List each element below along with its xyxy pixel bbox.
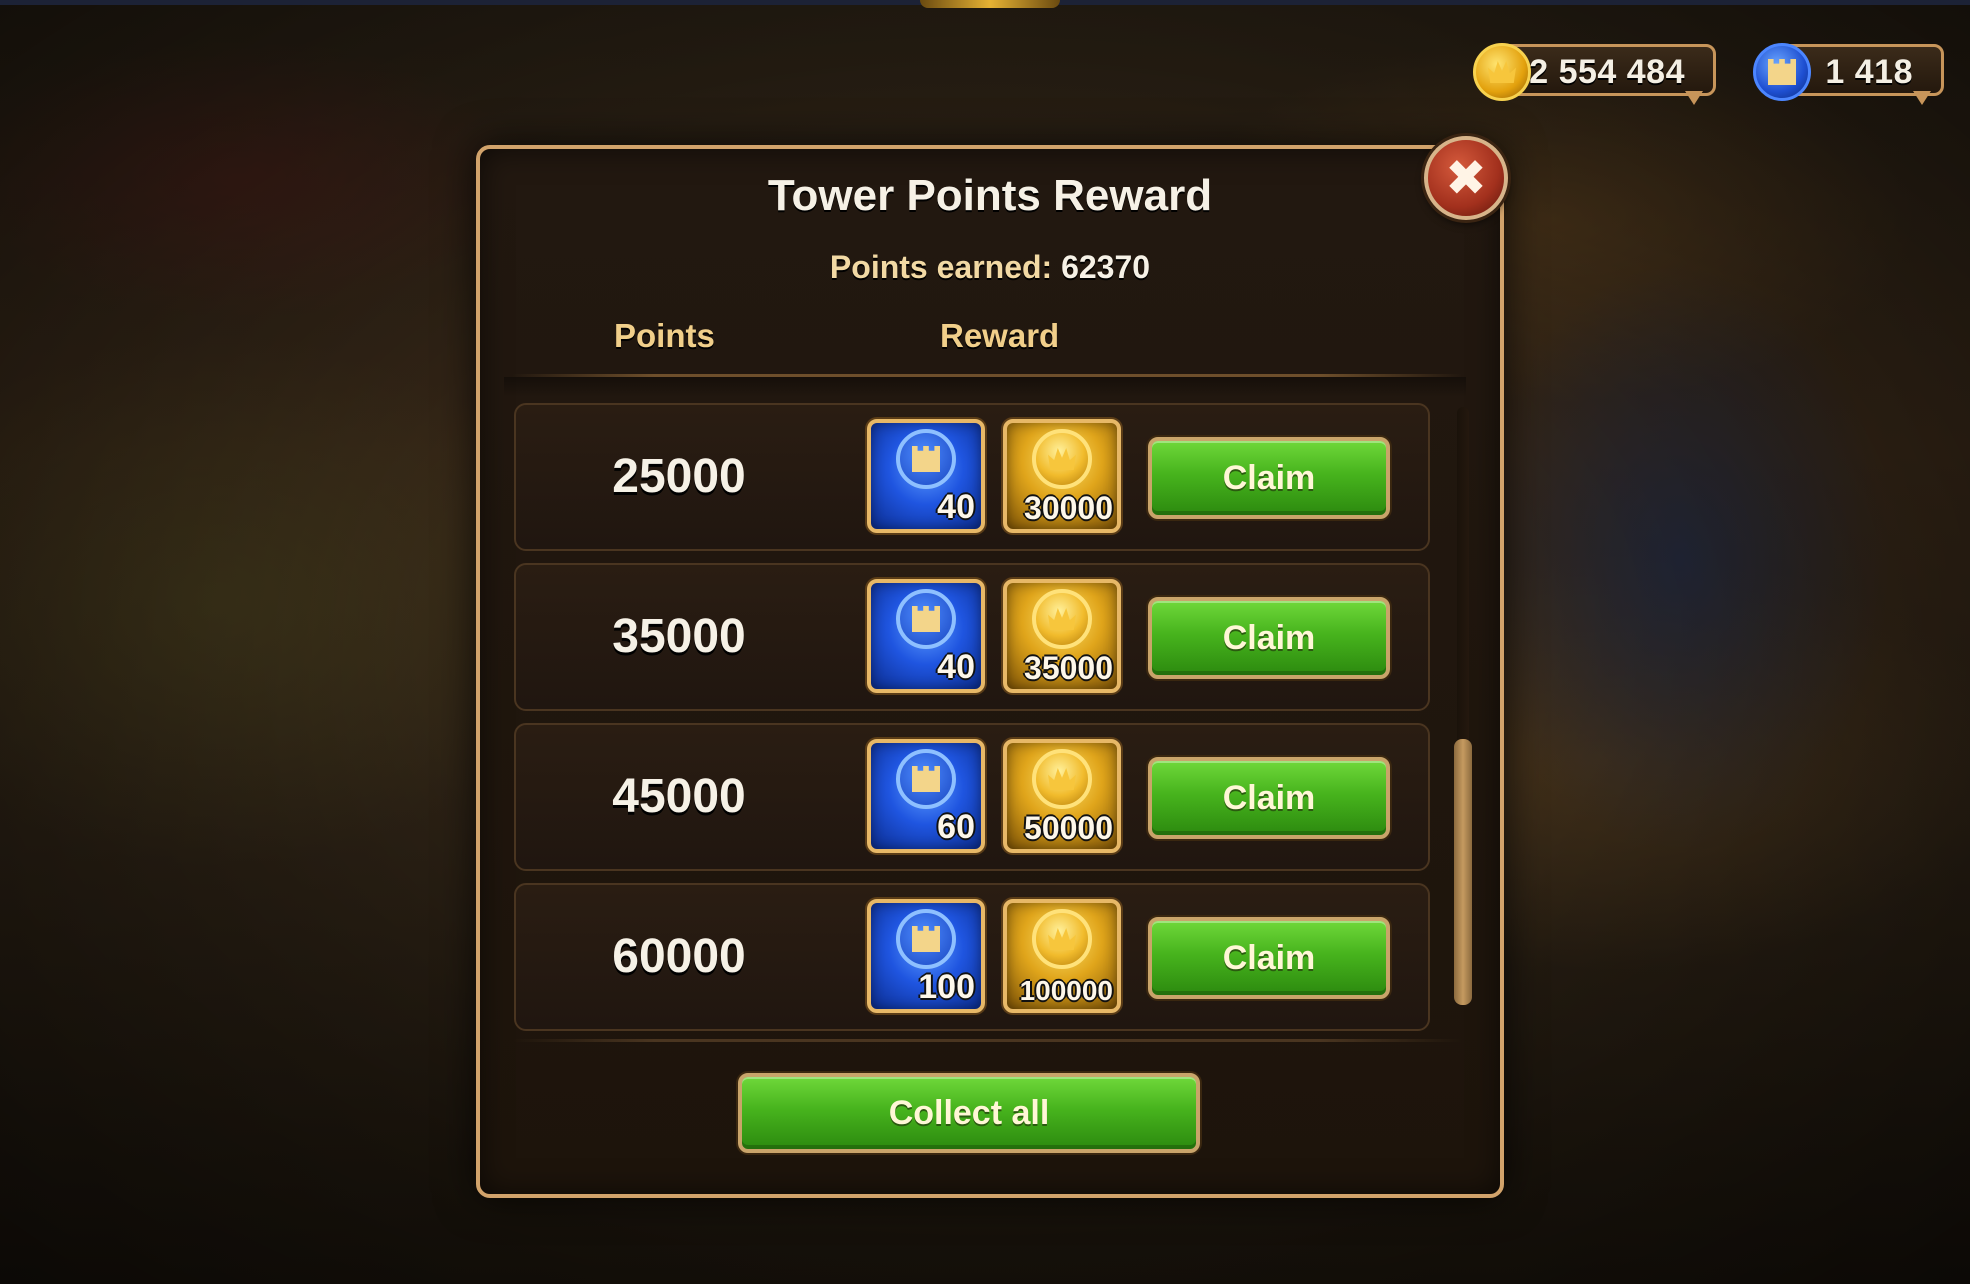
gold-reward-amount: 100000 (1020, 975, 1113, 1007)
crown-icon (1048, 448, 1076, 470)
tower-reward-amount: 40 (937, 648, 975, 687)
reward-row: 45000 60 50000 Claim (514, 723, 1430, 871)
tower-coin-icon (1753, 43, 1811, 101)
gold-reward-item[interactable]: 50000 (1003, 739, 1121, 853)
scrollbar-thumb[interactable] (1454, 739, 1472, 1005)
crown-icon (1048, 768, 1076, 790)
tower-points-reward-item[interactable]: 60 (867, 739, 985, 853)
row-points-threshold: 60000 (564, 929, 794, 984)
tower-points-currency-bar[interactable]: 1 418 (1776, 44, 1944, 96)
castle-icon (912, 926, 940, 952)
castle-icon (912, 446, 940, 472)
reward-row: 35000 40 35000 Claim (514, 563, 1430, 711)
claim-button[interactable]: Claim (1148, 597, 1390, 679)
tower-coin-icon (896, 589, 956, 649)
column-header-points: Points (614, 317, 715, 355)
points-earned-value: 62370 (1061, 249, 1150, 285)
points-earned-label: Points earned: (830, 249, 1052, 285)
gold-coin-icon (1473, 43, 1531, 101)
tower-points-reward-item[interactable]: 100 (867, 899, 985, 1013)
claim-button[interactable]: Claim (1148, 757, 1390, 839)
header-shadow (504, 377, 1466, 397)
tower-points-reward-item[interactable]: 40 (867, 579, 985, 693)
column-header-reward: Reward (940, 317, 1059, 355)
castle-icon (912, 766, 940, 792)
claim-button[interactable]: Claim (1148, 917, 1390, 999)
gold-reward-amount: 50000 (1024, 810, 1113, 847)
row-points-threshold: 35000 (564, 609, 794, 664)
gold-reward-amount: 35000 (1024, 650, 1113, 687)
close-button[interactable]: ✖ (1424, 136, 1508, 220)
tower-coin-icon (896, 429, 956, 489)
crown-icon (1048, 608, 1076, 630)
crown-icon (1048, 928, 1076, 950)
crown-icon (1488, 61, 1516, 83)
gold-reward-item[interactable]: 100000 (1003, 899, 1121, 1013)
close-icon: ✖ (1445, 153, 1487, 203)
tower-reward-amount: 60 (937, 808, 975, 847)
dialog-title: Tower Points Reward (480, 171, 1500, 221)
gold-amount: 2 554 484 (1529, 53, 1685, 92)
reward-row: 60000 100 100000 Claim (514, 883, 1430, 1031)
gold-coin-icon (1032, 909, 1092, 969)
row-points-threshold: 45000 (564, 769, 794, 824)
gold-reward-item[interactable]: 35000 (1003, 579, 1121, 693)
castle-icon (1768, 59, 1796, 85)
gold-currency-bar[interactable]: 2 554 484 (1496, 44, 1716, 96)
tower-coin-icon (896, 749, 956, 809)
footer-divider (512, 1039, 1462, 1042)
claim-button[interactable]: Claim (1148, 437, 1390, 519)
tower-points-reward-dialog: Tower Points Reward Points earned: 62370… (476, 145, 1504, 1198)
tower-coin-icon (896, 909, 956, 969)
gold-reward-amount: 30000 (1024, 490, 1113, 527)
reward-row: 25000 40 30000 Claim (514, 403, 1430, 551)
tower-points-amount: 1 418 (1825, 53, 1913, 92)
points-earned-line: Points earned: 62370 (480, 249, 1500, 286)
gold-coin-icon (1032, 749, 1092, 809)
collect-all-button[interactable]: Collect all (738, 1073, 1200, 1153)
gold-coin-icon (1032, 589, 1092, 649)
gold-coin-icon (1032, 429, 1092, 489)
row-points-threshold: 25000 (564, 449, 794, 504)
castle-icon (912, 606, 940, 632)
reward-list[interactable]: 25000 40 30000 Claim 35000 40 35000 Clai… (514, 403, 1434, 1043)
gold-reward-item[interactable]: 30000 (1003, 419, 1121, 533)
top-ornament (920, 0, 1060, 8)
tower-points-reward-item[interactable]: 40 (867, 419, 985, 533)
tower-reward-amount: 100 (918, 968, 975, 1007)
tower-reward-amount: 40 (937, 488, 975, 527)
